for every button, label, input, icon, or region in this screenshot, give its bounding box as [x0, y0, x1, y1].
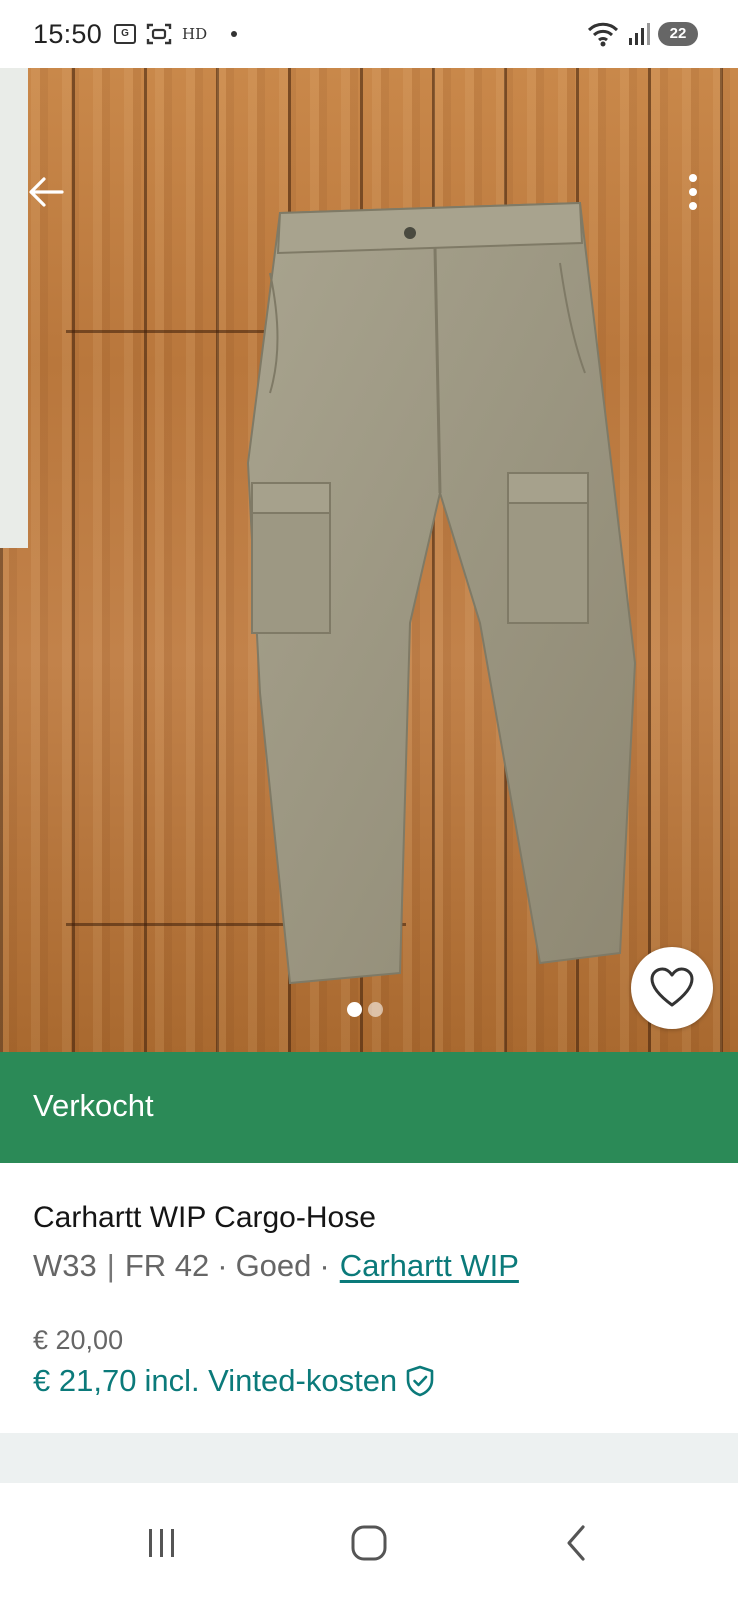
meta-separator: ·	[217, 1248, 228, 1283]
price-incl-note: incl. Vinted-kosten	[144, 1363, 398, 1398]
shield-check-icon	[406, 1365, 434, 1397]
hd-label: HD	[182, 25, 208, 43]
status-left-icons: G HD	[114, 22, 238, 46]
more-vertical-icon[interactable]	[676, 168, 710, 216]
meta-separator: ·	[319, 1248, 330, 1283]
carousel-dot-active[interactable]	[347, 1002, 362, 1017]
battery-icon: 22	[658, 22, 698, 46]
pants-image	[246, 201, 637, 985]
wall-strip	[0, 68, 28, 548]
back-icon	[567, 1525, 585, 1561]
system-nav-bar	[0, 1483, 738, 1600]
notification-dot-icon	[231, 31, 238, 37]
status-right-icons: 22	[586, 20, 698, 48]
signal-icon	[629, 23, 650, 45]
carousel-dot[interactable]	[368, 1002, 383, 1017]
product-photo[interactable]	[0, 68, 738, 1053]
sold-banner: Verkocht	[0, 1052, 738, 1163]
heart-icon	[650, 967, 694, 1007]
meta-divider: |	[106, 1248, 115, 1283]
recent-apps-icon	[149, 1529, 174, 1557]
item-meta: W33 | FR 42 · Goed · Carhartt WIP	[33, 1248, 519, 1284]
wifi-icon	[587, 22, 619, 47]
status-bar: 15:50 G HD 22	[0, 0, 738, 68]
brand-link[interactable]: Carhartt WIP	[340, 1248, 519, 1284]
back-arrow-icon[interactable]	[22, 168, 70, 216]
screenshot-icon	[146, 23, 172, 45]
favorite-button[interactable]	[631, 947, 713, 1029]
home-icon	[351, 1525, 387, 1561]
item-size-fr: FR 42	[124, 1248, 210, 1283]
gallery-icon: G	[114, 24, 136, 44]
item-condition: Goed	[235, 1248, 312, 1283]
item-size: W33	[33, 1248, 97, 1283]
board-seam	[66, 330, 266, 333]
item-price: € 20,00	[33, 1325, 124, 1355]
carousel-indicator	[347, 1002, 383, 1017]
item-title: Carhartt WIP Cargo-Hose	[33, 1201, 376, 1234]
price-incl-amount: € 21,70	[33, 1363, 137, 1398]
sold-label: Verkocht	[33, 1088, 154, 1123]
nav-back-button[interactable]	[546, 1513, 606, 1573]
status-time: 15:50	[33, 19, 103, 49]
item-details: Carhartt WIP Cargo-Hose W33 | FR 42 · Go…	[0, 1163, 738, 1433]
recent-apps-button[interactable]	[132, 1513, 192, 1573]
home-button[interactable]	[339, 1513, 399, 1573]
price-incl-fees[interactable]: € 21,70 incl. Vinted-kosten	[33, 1363, 435, 1399]
section-divider	[0, 1433, 738, 1483]
